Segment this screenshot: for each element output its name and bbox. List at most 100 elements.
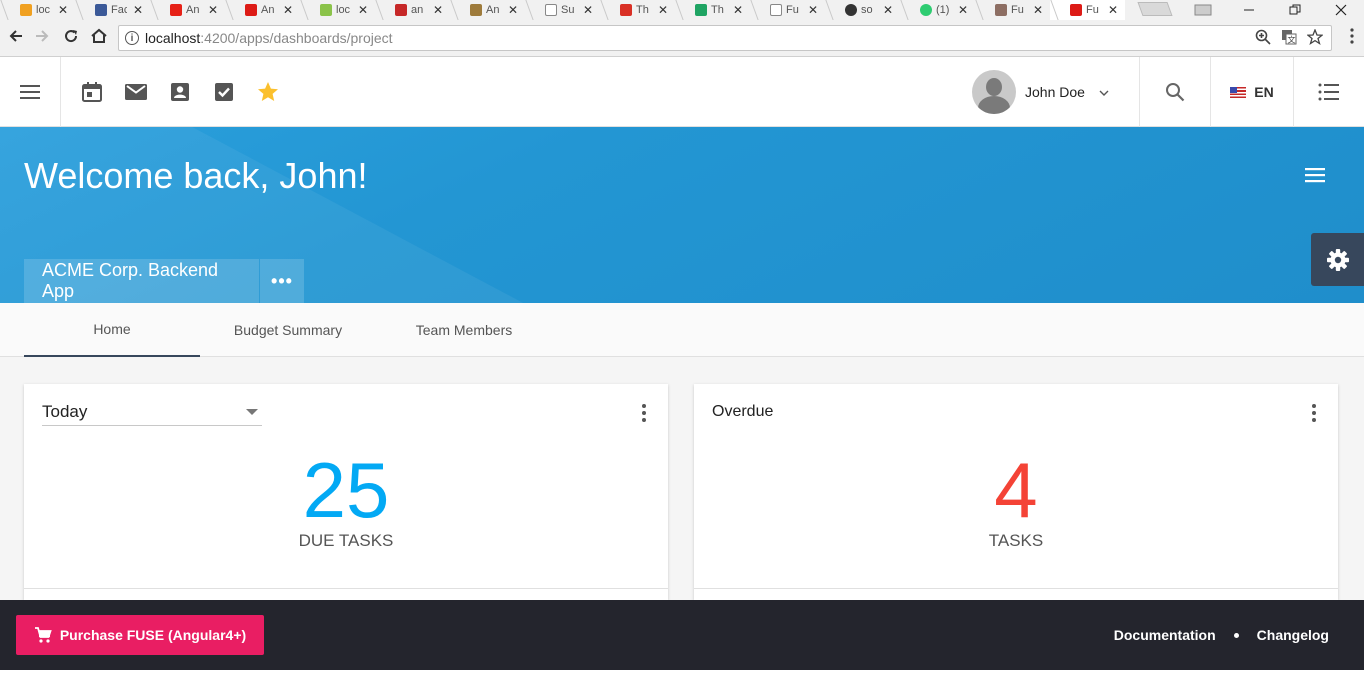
- tab-favicon-icon: [845, 4, 857, 16]
- changelog-link[interactable]: Changelog: [1257, 627, 1329, 643]
- more-vert-icon[interactable]: [642, 404, 646, 422]
- tab-title: an: [411, 4, 424, 16]
- project-name-button[interactable]: ACME Corp. Backend App: [24, 259, 259, 303]
- svg-text:文: 文: [1288, 35, 1296, 45]
- profile-icon[interactable]: [1180, 0, 1226, 20]
- mail-shortcut[interactable]: [114, 70, 158, 114]
- zoom-icon[interactable]: [1255, 29, 1271, 49]
- language-selector[interactable]: EN: [1211, 57, 1294, 127]
- new-tab-button[interactable]: [1137, 2, 1173, 16]
- sidebar-toggle-button[interactable]: [1304, 167, 1326, 188]
- tab-team-members[interactable]: Team Members: [376, 303, 552, 357]
- tab-close-icon[interactable]: ✕: [358, 3, 368, 17]
- theme-settings-button[interactable]: [1311, 233, 1364, 286]
- due-tasks-widget: Today 25 DUE TASKS: [24, 384, 668, 600]
- browser-tab[interactable]: Th ✕: [675, 0, 750, 20]
- home-icon[interactable]: [90, 28, 108, 49]
- tab-title: An: [486, 4, 500, 16]
- tab-close-icon[interactable]: ✕: [508, 3, 518, 17]
- tab-close-icon[interactable]: ✕: [583, 3, 593, 17]
- welcome-title: Welcome back, John!: [24, 155, 368, 196]
- purchase-button[interactable]: Purchase FUSE (Angular4+): [16, 615, 264, 655]
- browser-tab[interactable]: Su ✕: [525, 0, 600, 20]
- tab-favicon-icon: [620, 4, 632, 16]
- url-host: localhost: [145, 30, 201, 46]
- mail-icon: [125, 84, 147, 100]
- tab-close-icon[interactable]: ✕: [733, 3, 743, 17]
- translate-icon[interactable]: 文: [1281, 29, 1297, 49]
- documentation-link[interactable]: Documentation: [1114, 627, 1216, 643]
- project-selector: ACME Corp. Backend App •••: [24, 259, 304, 303]
- tab-home[interactable]: Home: [24, 303, 200, 357]
- overdue-widget: Overdue 4 TASKS: [694, 384, 1338, 600]
- todo-shortcut[interactable]: [202, 70, 246, 114]
- tab-close-icon[interactable]: ✕: [208, 3, 218, 17]
- tab-favicon-icon: [1070, 4, 1082, 16]
- tab-close-icon[interactable]: ✕: [1108, 3, 1118, 17]
- tab-title: Th: [636, 4, 649, 16]
- tab-favicon-icon: [170, 4, 182, 16]
- browser-tab[interactable]: An ✕: [150, 0, 225, 20]
- tab-favicon-icon: [395, 4, 407, 16]
- search-button[interactable]: [1140, 57, 1211, 127]
- navbar-toggle-button[interactable]: [0, 57, 61, 127]
- back-icon[interactable]: [8, 28, 24, 49]
- browser-menu-icon[interactable]: [1350, 28, 1354, 49]
- tab-close-icon[interactable]: ✕: [1033, 3, 1043, 17]
- browser-tab[interactable]: an ✕: [375, 0, 450, 20]
- widget-title: Overdue: [712, 403, 774, 420]
- tab-favicon-icon: [20, 4, 32, 16]
- browser-tab[interactable]: (1) ✕: [900, 0, 975, 20]
- browser-tab[interactable]: Fac ✕: [75, 0, 150, 20]
- bookmark-star-icon[interactable]: [1306, 28, 1324, 49]
- forward-icon[interactable]: [34, 28, 50, 49]
- window-close-icon[interactable]: [1318, 0, 1364, 20]
- footer-links: Documentation Changelog: [1114, 600, 1329, 670]
- range-select[interactable]: Today: [42, 398, 262, 426]
- url-path: :4200/apps/dashboards/project: [200, 30, 393, 46]
- minimize-icon[interactable]: [1226, 0, 1272, 20]
- reload-icon[interactable]: [63, 28, 79, 49]
- more-vert-icon[interactable]: [1312, 404, 1316, 422]
- tab-close-icon[interactable]: ✕: [808, 3, 818, 17]
- tab-close-icon[interactable]: ✕: [433, 3, 443, 17]
- range-select-value: Today: [42, 401, 88, 421]
- check-box-icon: [215, 83, 233, 101]
- tab-close-icon[interactable]: ✕: [133, 3, 143, 17]
- restore-icon[interactable]: [1272, 0, 1318, 20]
- browser-tab[interactable]: An ✕: [450, 0, 525, 20]
- user-menu-button[interactable]: John Doe: [960, 57, 1140, 127]
- browser-tab[interactable]: Th ✕: [600, 0, 675, 20]
- site-info-icon[interactable]: i: [125, 31, 139, 45]
- calendar-shortcut[interactable]: [70, 70, 114, 114]
- quick-panel-button[interactable]: [1294, 57, 1364, 127]
- bookmark-shortcut[interactable]: [246, 70, 290, 114]
- tab-favicon-icon: [920, 4, 932, 16]
- browser-tab[interactable]: so ✕: [825, 0, 900, 20]
- tab-favicon-icon: [245, 4, 257, 16]
- link-separator: [1233, 632, 1239, 638]
- project-more-button[interactable]: •••: [260, 259, 304, 303]
- browser-tab[interactable]: An ✕: [225, 0, 300, 20]
- tab-close-icon[interactable]: ✕: [658, 3, 668, 17]
- tab-close-icon[interactable]: ✕: [883, 3, 893, 17]
- browser-tab[interactable]: Fu ✕: [750, 0, 825, 20]
- browser-tab-active[interactable]: Fu ✕: [1050, 0, 1125, 20]
- tab-favicon-icon: [320, 4, 332, 16]
- app-toolbar: John Doe EN: [0, 57, 1364, 127]
- avatar: [972, 70, 1016, 114]
- browser-tab[interactable]: Fu ✕: [975, 0, 1050, 20]
- tab-close-icon[interactable]: ✕: [283, 3, 293, 17]
- browser-tab[interactable]: loc ✕: [300, 0, 375, 20]
- tab-title: An: [186, 4, 200, 16]
- tab-close-icon[interactable]: ✕: [58, 3, 68, 17]
- tab-budget-summary[interactable]: Budget Summary: [200, 303, 376, 357]
- tab-title: loc: [36, 4, 51, 16]
- us-flag-icon: [1230, 86, 1247, 98]
- tab-close-icon[interactable]: ✕: [958, 3, 968, 17]
- url-field[interactable]: i localhost:4200/apps/dashboards/project…: [118, 25, 1332, 51]
- due-task-count: 25: [302, 446, 390, 534]
- contacts-shortcut[interactable]: [158, 70, 202, 114]
- browser-tab[interactable]: loc ✕: [0, 0, 75, 20]
- tab-title: (1): [936, 4, 950, 16]
